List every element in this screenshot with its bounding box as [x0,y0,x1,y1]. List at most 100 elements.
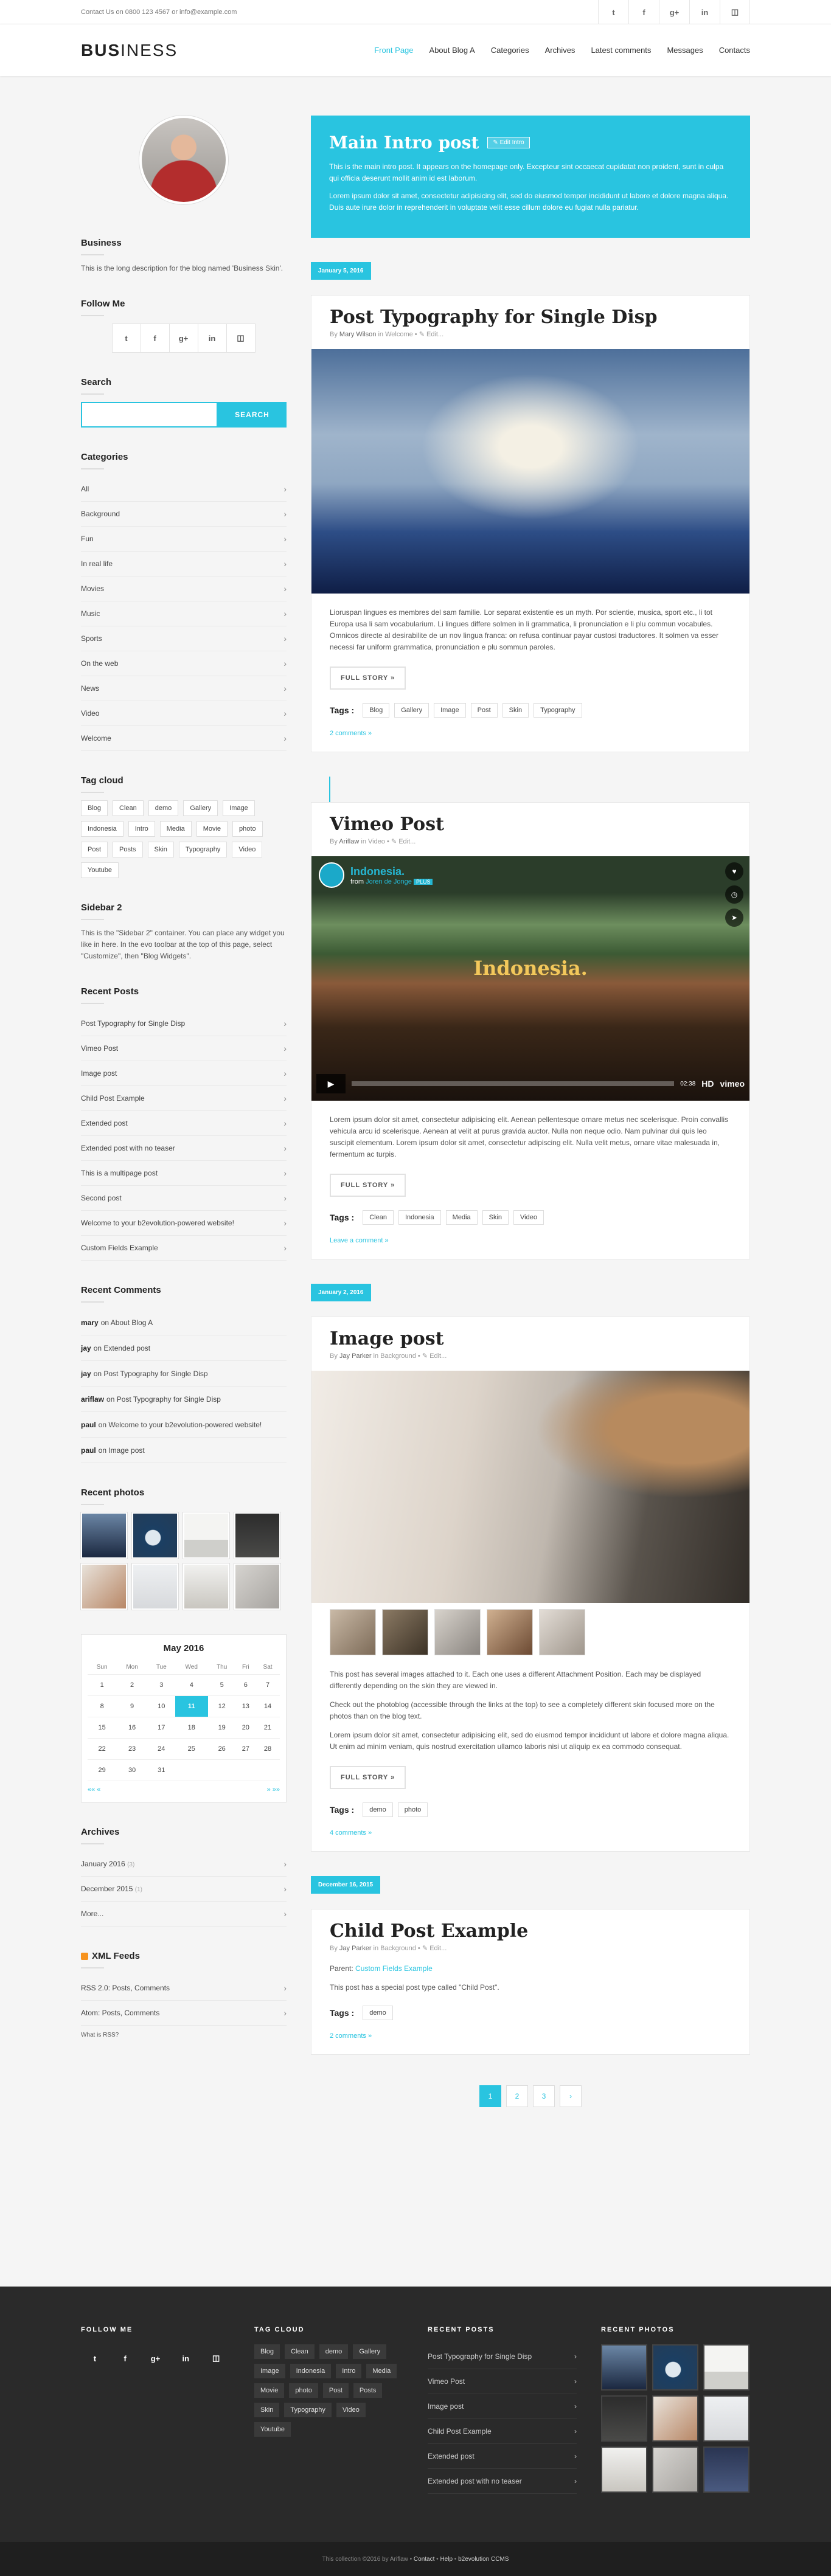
avatar[interactable] [139,116,228,204]
comment-item[interactable]: jay on Post Typography for Single Disp [81,1361,287,1387]
photo-thumb[interactable] [601,2344,647,2391]
post-author[interactable]: Jay Parker [339,1945,372,1952]
tag-link[interactable]: Movie [254,2383,285,2398]
post-edit-link[interactable]: Edit... [429,1352,447,1360]
share-icon[interactable]: ➤ [725,909,743,927]
page-3[interactable]: 3 [533,2085,555,2107]
feed-item[interactable]: Atom: Posts, Comments › [81,2001,287,2026]
site-logo[interactable]: BUSINESS [81,41,178,60]
tag-link[interactable]: Image [434,703,466,718]
post-edit-link[interactable]: Edit... [429,1945,447,1952]
tag-link[interactable]: Youtube [254,2422,291,2437]
category-item[interactable]: On the web › [81,651,287,676]
recent-post-item[interactable]: Welcome to your b2evolution-powered webs… [81,1211,287,1236]
tag-link[interactable]: Skin [147,842,174,857]
comment-item[interactable]: paul on Welcome to your b2evolution-power… [81,1412,287,1438]
parent-link[interactable]: Custom Fields Example [355,1964,433,1973]
tag-link[interactable]: Media [159,821,192,837]
comment-item[interactable]: ariflaw on Post Typography for Single Dis… [81,1387,287,1412]
tag-link[interactable]: Video [232,842,263,857]
recent-post-item[interactable]: Second post › [81,1186,287,1211]
tag-link[interactable]: Gallery [183,800,218,816]
video-title[interactable]: Indonesia. [350,865,433,878]
comment-item[interactable]: mary on About Blog A [81,1310,287,1335]
photo-thumb[interactable] [234,1563,280,1610]
twitter-icon[interactable]: t [111,324,141,353]
category-item[interactable]: Fun › [81,527,287,552]
contact-link[interactable]: Contact [414,2556,434,2563]
tag-link[interactable]: Typography [178,842,228,857]
search-button[interactable]: SEARCH [218,402,287,428]
recent-post-item[interactable]: Custom Fields Example › [81,1236,287,1261]
tag-link[interactable]: Video [513,1210,544,1225]
tag-link[interactable]: Blog [254,2344,280,2359]
tag-link[interactable]: Image [223,800,255,816]
calendar-prev[interactable]: «« « [88,1786,100,1793]
tag-link[interactable]: Intro [128,821,155,837]
tag-link[interactable]: Youtube [81,862,119,878]
tag-link[interactable]: Posts [353,2383,383,2398]
linkedin-icon[interactable]: in [689,0,720,24]
recent-post-item[interactable]: Image post › [81,1061,287,1086]
full-story-button[interactable]: FULL STORY » [330,1174,406,1197]
tag-link[interactable]: demo [363,1802,393,1817]
recent-post-item[interactable]: This is a multipage post › [81,1161,287,1186]
tag-link[interactable]: Image [254,2364,285,2378]
comments-link[interactable]: 2 comments » [311,718,749,737]
full-story-button[interactable]: FULL STORY » [330,667,406,690]
calendar-next[interactable]: » »» [267,1786,280,1793]
engine-link[interactable]: b2evolution CCMS [458,2556,509,2563]
tag-link[interactable]: photo [232,821,263,837]
photo-thumb[interactable] [703,2395,749,2442]
post-edit-link[interactable]: Edit... [398,838,415,845]
post-author[interactable]: Mary Wilson [339,331,377,338]
heart-icon[interactable]: ♥ [725,862,743,881]
tag-link[interactable]: Post [470,703,498,718]
category-item[interactable]: In real life › [81,552,287,576]
play-icon[interactable]: ▶ [316,1074,346,1093]
google-plus-icon[interactable]: g+ [169,324,198,353]
tag-link[interactable]: Indonesia [290,2364,332,2378]
nav-about-blog[interactable]: About Blog A [429,46,475,55]
post-category[interactable]: in Video [361,838,385,845]
google-plus-icon[interactable]: g+ [142,2344,170,2372]
tag-link[interactable]: Gallery [353,2344,387,2359]
github-icon[interactable]: ◫ [720,0,750,24]
facebook-icon[interactable]: f [628,0,659,24]
nav-messages[interactable]: Messages [667,46,703,55]
photo-thumb[interactable] [703,2344,749,2391]
tag-link[interactable]: Movie [196,821,228,837]
post-title[interactable]: Image post [311,1317,749,1352]
photo-thumb[interactable] [81,1512,127,1559]
photo-thumb[interactable] [652,2395,698,2442]
recent-post-item[interactable]: Extended post › [81,1111,287,1136]
post-title[interactable]: Post Typography for Single Disp [311,296,749,330]
archive-item[interactable]: January 2016 (3) › [81,1852,287,1877]
tag-link[interactable]: Indonesia [81,821,123,837]
photo-thumb[interactable] [652,2344,698,2391]
clock-icon[interactable]: ◷ [725,885,743,904]
category-item[interactable]: Background › [81,502,287,527]
tag-link[interactable]: Blog [81,800,108,816]
nav-categories[interactable]: Categories [491,46,529,55]
footer-post-item[interactable]: Image post › [428,2394,577,2419]
nav-contacts[interactable]: Contacts [719,46,750,55]
image-thumb[interactable] [382,1609,428,1655]
tag-link[interactable]: Typography [534,703,582,718]
comments-link[interactable]: 4 comments » [311,1817,749,1837]
tag-link[interactable]: photo [397,1802,428,1817]
tag-link[interactable]: Skin [482,1210,509,1225]
tag-link[interactable]: Post [81,842,108,857]
nav-archives[interactable]: Archives [545,46,575,55]
post-category[interactable]: in Background [374,1352,416,1360]
nav-front-page[interactable]: Front Page [374,46,413,55]
comments-link[interactable]: 2 comments » [311,2020,749,2040]
video-channel[interactable]: Joren de Jonge [366,878,412,885]
tag-link[interactable]: Clean [113,800,144,816]
image-thumb[interactable] [539,1609,585,1655]
category-item[interactable]: News › [81,676,287,701]
tag-link[interactable]: Video [336,2403,366,2417]
recent-post-item[interactable]: Vimeo Post › [81,1036,287,1061]
photo-thumb[interactable] [601,2446,647,2493]
tag-link[interactable]: Clean [285,2344,315,2359]
